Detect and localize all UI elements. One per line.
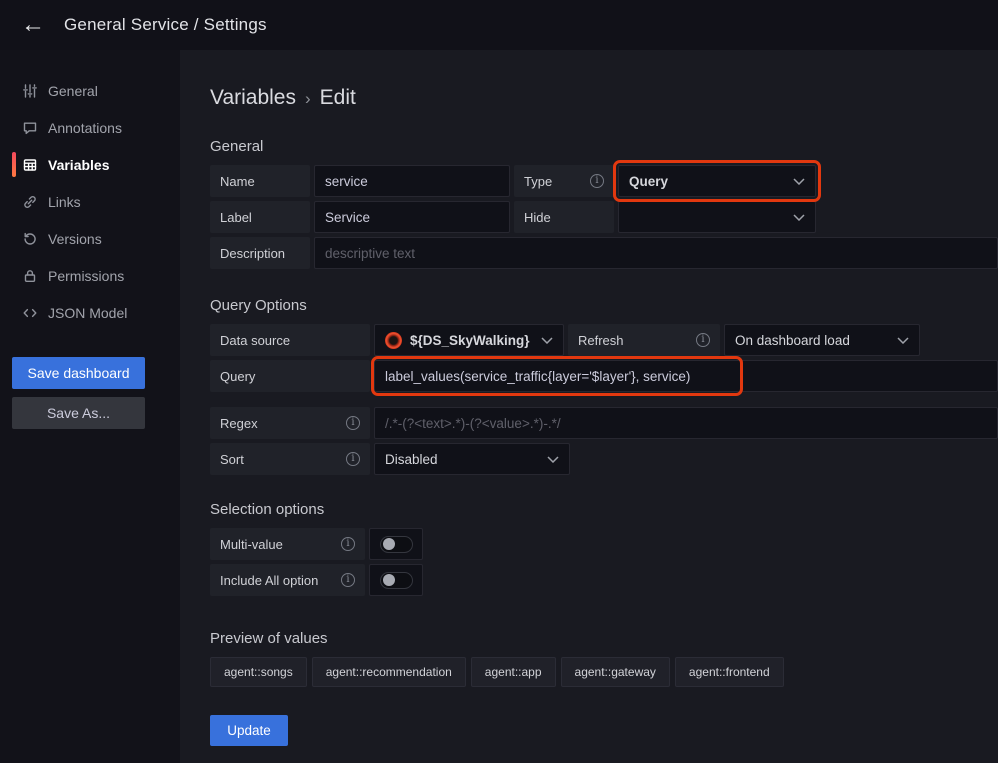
description-input[interactable] — [314, 237, 998, 269]
toggle-off-switch — [380, 536, 413, 553]
type-select[interactable]: Query — [618, 165, 816, 197]
selection-options-section: Selection options Multi-value i Include … — [210, 501, 998, 596]
dashboard-title: General Service / Settings — [64, 15, 267, 35]
include-all-toggle[interactable] — [369, 564, 423, 596]
chevron-down-icon — [897, 337, 909, 344]
multi-value-toggle[interactable] — [369, 528, 423, 560]
preview-heading: Preview of values — [210, 630, 998, 647]
sliders-icon — [22, 83, 38, 99]
breadcrumb: Variables › Edit — [210, 86, 998, 110]
comment-icon — [22, 120, 38, 136]
chevron-down-icon — [547, 456, 559, 463]
general-section: General Name Type i Query Label — [210, 138, 998, 269]
info-icon[interactable]: i — [696, 333, 710, 347]
query-options-heading: Query Options — [210, 297, 998, 314]
query-options-section: Query Options Data source ${DS_SkyWalkin… — [210, 297, 998, 475]
table-grid-icon — [22, 157, 38, 173]
type-label: Type i — [514, 165, 614, 197]
query-input[interactable] — [374, 360, 998, 392]
data-source-label: Data source — [210, 324, 370, 356]
sidebar-item-annotations[interactable]: Annotations — [0, 109, 180, 146]
info-icon[interactable]: i — [346, 452, 360, 466]
sidebar-item-json-model[interactable]: JSON Model — [0, 294, 180, 331]
sidebar-item-label: General — [48, 83, 98, 99]
toggle-off-switch — [380, 572, 413, 589]
sidebar-item-label: JSON Model — [48, 305, 127, 321]
lock-icon — [22, 268, 38, 284]
info-icon[interactable]: i — [590, 174, 604, 188]
refresh-label: Refresh i — [568, 324, 720, 356]
preview-value-chip: agent::frontend — [675, 657, 784, 687]
sidebar-item-permissions[interactable]: Permissions — [0, 257, 180, 294]
general-section-heading: General — [210, 138, 998, 155]
link-icon — [22, 194, 38, 210]
preview-value-chip: agent::songs — [210, 657, 307, 687]
chevron-down-icon — [541, 337, 553, 344]
preview-section: Preview of values agent::songs agent::re… — [210, 630, 998, 687]
sidebar-item-links[interactable]: Links — [0, 183, 180, 220]
selection-options-heading: Selection options — [210, 501, 998, 518]
hide-select[interactable] — [618, 201, 816, 233]
top-header: ← General Service / Settings — [0, 0, 998, 50]
save-dashboard-button[interactable]: Save dashboard — [12, 357, 145, 389]
sidebar-item-label: Annotations — [48, 120, 122, 136]
name-label: Name — [210, 165, 310, 197]
history-icon — [22, 231, 38, 247]
back-arrow-icon[interactable]: ← — [16, 8, 50, 42]
sidebar-item-label: Links — [48, 194, 81, 210]
settings-sidebar: General Annotations Variables Links — [0, 50, 180, 763]
sidebar-item-label: Versions — [48, 231, 102, 247]
settings-main-panel: Variables › Edit General Name Type i Que… — [180, 50, 998, 763]
include-all-label: Include All option i — [210, 564, 365, 596]
skywalking-logo-icon — [385, 332, 402, 349]
label-input[interactable] — [314, 201, 510, 233]
sort-label: Sort i — [210, 443, 370, 475]
description-label: Description — [210, 237, 310, 269]
data-source-select[interactable]: ${DS_SkyWalking} — [374, 324, 564, 356]
chevron-down-icon — [793, 214, 805, 221]
refresh-select[interactable]: On dashboard load — [724, 324, 920, 356]
code-brackets-icon — [22, 305, 38, 321]
sidebar-item-label: Permissions — [48, 268, 124, 284]
info-icon[interactable]: i — [341, 537, 355, 551]
sort-select[interactable]: Disabled — [374, 443, 570, 475]
breadcrumb-variables-link[interactable]: Variables — [210, 86, 296, 110]
regex-input[interactable] — [374, 407, 998, 439]
query-label: Query — [210, 360, 370, 392]
name-input[interactable] — [314, 165, 510, 197]
save-as-button[interactable]: Save As... — [12, 397, 145, 429]
sidebar-item-label: Variables — [48, 157, 110, 173]
multi-value-label: Multi-value i — [210, 528, 365, 560]
breadcrumb-separator: › — [305, 87, 311, 109]
preview-value-chip: agent::app — [471, 657, 556, 687]
info-icon[interactable]: i — [346, 416, 360, 430]
sidebar-item-versions[interactable]: Versions — [0, 220, 180, 257]
preview-value-chip: agent::gateway — [561, 657, 670, 687]
info-icon[interactable]: i — [341, 573, 355, 587]
breadcrumb-current: Edit — [320, 86, 356, 110]
sidebar-item-general[interactable]: General — [0, 72, 180, 109]
sidebar-item-variables[interactable]: Variables — [0, 146, 180, 183]
chevron-down-icon — [793, 178, 805, 185]
label-label: Label — [210, 201, 310, 233]
update-button[interactable]: Update — [210, 715, 288, 746]
regex-label: Regex i — [210, 407, 370, 439]
hide-label: Hide — [514, 201, 614, 233]
preview-value-chip: agent::recommendation — [312, 657, 466, 687]
